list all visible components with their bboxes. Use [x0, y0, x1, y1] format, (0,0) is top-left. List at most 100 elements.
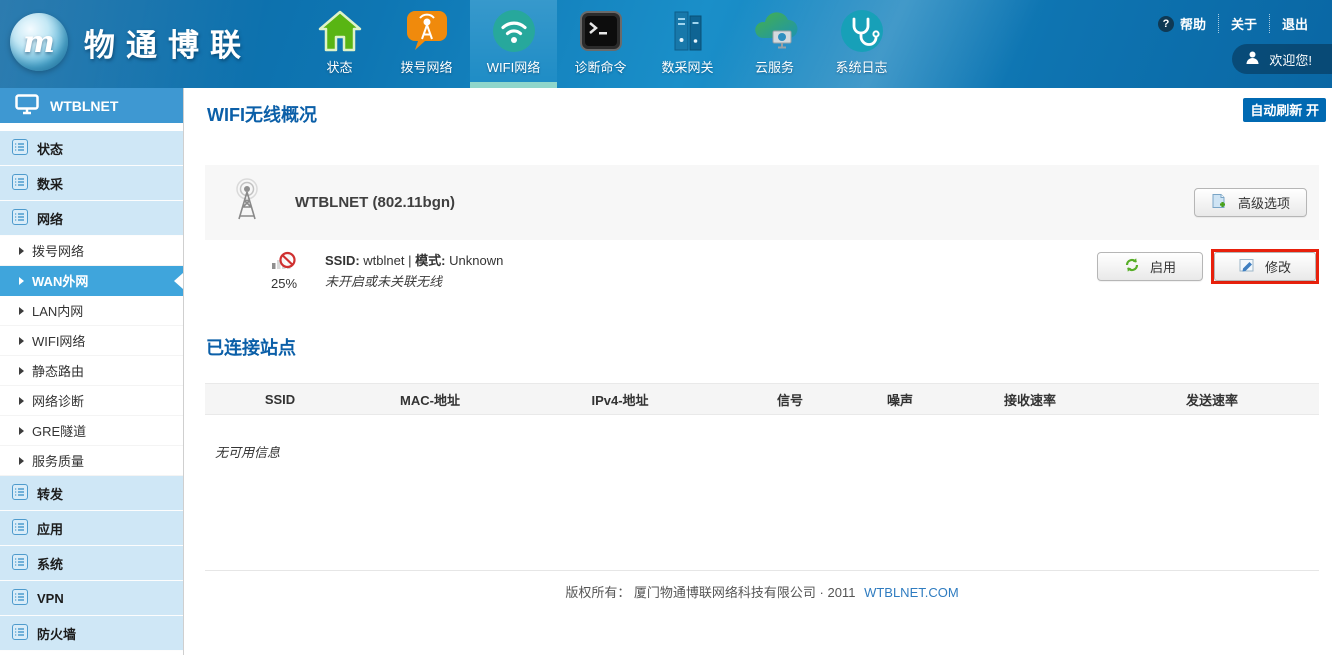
wtblnet-link[interactable]: WTBLNET.COM	[864, 585, 959, 600]
sidebar: WTBLNET 状态 数采 网络 拨号网络 WAN外网 LAN内网 WIFI	[0, 88, 184, 655]
page-title: WIFI无线概况	[207, 101, 317, 127]
radio-status-row: 25% SSID: wtblnet | 模式: Unknown 未开启或未关联无…	[205, 248, 1319, 293]
auto-refresh-toggle[interactable]: 自动刷新 开	[1243, 98, 1326, 122]
help-link[interactable]: ? 帮助	[1146, 14, 1218, 33]
radio-info: SSID: wtblnet | 模式: Unknown 未开启或未关联无线	[325, 248, 503, 293]
ssid-value: wtblnet	[363, 253, 404, 268]
logo-monogram: m	[10, 13, 68, 71]
list-icon	[12, 589, 28, 608]
list-icon	[12, 174, 28, 193]
sidebar-item-data-collect[interactable]: 数采	[0, 166, 183, 201]
logout-label: 退出	[1282, 14, 1308, 33]
user-icon	[1245, 50, 1260, 68]
sidebar-item-forwarding[interactable]: 转发	[0, 476, 183, 511]
chevron-right-icon	[19, 247, 24, 255]
column-header-noise: 噪声	[845, 390, 955, 409]
antenna-icon	[229, 178, 265, 227]
highlight-box: 修改	[1211, 249, 1319, 284]
column-header-tx-rate: 发送速率	[1105, 390, 1319, 409]
sidebar-item-vpn[interactable]: VPN	[0, 581, 183, 616]
mode-label: 模式:	[415, 253, 445, 268]
sidebar-item-lan[interactable]: LAN内网	[0, 296, 183, 326]
server-gateway-icon	[666, 7, 710, 55]
separator: |	[408, 253, 411, 268]
column-header-ipv4: IPv4-地址	[505, 390, 735, 409]
chevron-right-icon	[19, 307, 24, 315]
tab-diagnostic-command[interactable]: 诊断命令	[557, 0, 644, 88]
advanced-options-button[interactable]: 高级选项	[1194, 188, 1307, 217]
nav-label: 诊断命令	[574, 57, 626, 76]
copyright-text: 版权所有： 厦门物通博联网络科技有限公司 · 2011	[565, 585, 855, 600]
radio-title: WTBLNET (802.11bgn)	[295, 194, 455, 211]
monitor-icon	[15, 94, 39, 118]
chevron-right-icon	[19, 427, 24, 435]
list-icon	[12, 139, 28, 158]
ssid-line: SSID: wtblnet | 模式: Unknown	[325, 251, 503, 272]
chevron-right-icon	[19, 397, 24, 405]
sidebar-device-header: WTBLNET	[0, 88, 183, 123]
router-admin-page: m 物通博联 状态 拨号网络 WIFI网络	[0, 0, 1332, 655]
list-icon	[12, 624, 28, 643]
wifi-icon	[492, 7, 536, 55]
column-header-rx-rate: 接收速率	[955, 390, 1105, 409]
chevron-right-icon	[19, 337, 24, 345]
wifi-overview-panel: WTBLNET (802.11bgn) 高级选项	[205, 165, 1319, 240]
column-header-mac: MAC-地址	[355, 390, 505, 409]
chevron-right-icon	[19, 277, 24, 285]
sidebar-item-wifi-network[interactable]: WIFI网络	[0, 326, 183, 356]
tab-status[interactable]: 状态	[296, 0, 383, 88]
stethoscope-icon	[840, 7, 884, 55]
sidebar-item-network[interactable]: 网络	[0, 201, 183, 236]
sidebar-item-gre-tunnel[interactable]: GRE隧道	[0, 416, 183, 446]
tab-data-gateway[interactable]: 数采网关	[644, 0, 731, 88]
sidebar-item-wan[interactable]: WAN外网	[0, 266, 183, 296]
about-link[interactable]: 关于	[1218, 14, 1269, 33]
brand-name: 物通博联	[84, 20, 252, 65]
radio-status-text: 未开启或未关联无线	[325, 272, 503, 293]
signal-disabled-icon	[271, 260, 297, 275]
sidebar-item-firewall[interactable]: 防火墙	[0, 616, 183, 651]
advanced-options-label: 高级选项	[1238, 193, 1290, 212]
terminal-icon	[580, 7, 622, 55]
chevron-right-icon	[19, 367, 24, 375]
about-label: 关于	[1231, 14, 1257, 33]
sidebar-item-applications[interactable]: 应用	[0, 511, 183, 546]
sidebar-item-qos[interactable]: 服务质量	[0, 446, 183, 476]
help-label: 帮助	[1180, 14, 1206, 33]
sidebar-item-static-route[interactable]: 静态路由	[0, 356, 183, 386]
modify-button[interactable]: 修改	[1214, 252, 1316, 281]
nav-label: 状态	[326, 57, 352, 76]
main-nav: 状态 拨号网络 WIFI网络 诊断命令	[296, 0, 905, 88]
nav-label: 拨号网络	[400, 57, 452, 76]
edit-icon	[1239, 257, 1255, 276]
top-header: m 物通博联 状态 拨号网络 WIFI网络	[0, 0, 1332, 88]
device-name: WTBLNET	[50, 98, 118, 114]
column-header-ssid: SSID	[205, 392, 355, 407]
tab-dial-network[interactable]: 拨号网络	[383, 0, 470, 88]
welcome-pill[interactable]: 欢迎您!	[1232, 44, 1332, 74]
enable-button[interactable]: 启用	[1097, 252, 1203, 281]
tab-system-log[interactable]: 系统日志	[818, 0, 905, 88]
stations-section-title: 已连接站点	[206, 334, 296, 360]
chevron-right-icon	[19, 457, 24, 465]
sidebar-item-network-diagnostics[interactable]: 网络诊断	[0, 386, 183, 416]
refresh-icon	[1124, 257, 1140, 276]
main-content: WIFI无线概况 自动刷新 开 WTBLNET (802.11bgn) 高级选项…	[185, 88, 1332, 655]
nav-label: 数采网关	[661, 57, 713, 76]
nav-label: 云服务	[755, 57, 794, 76]
dial-network-icon	[405, 7, 449, 55]
help-icon: ?	[1158, 16, 1174, 32]
tab-cloud-service[interactable]: 云服务	[731, 0, 818, 88]
brand-logo: m 物通博联	[10, 13, 252, 71]
nav-label: 系统日志	[835, 57, 887, 76]
enable-label: 启用	[1150, 257, 1176, 276]
column-header-signal: 信号	[735, 390, 845, 409]
sidebar-item-status[interactable]: 状态	[0, 131, 183, 166]
signal-percentage: 25%	[261, 276, 307, 291]
sidebar-item-system[interactable]: 系统	[0, 546, 183, 581]
logout-link[interactable]: 退出	[1269, 14, 1320, 33]
ssid-label: SSID:	[325, 253, 360, 268]
tab-wifi-network[interactable]: WIFI网络	[470, 0, 557, 88]
mode-value: Unknown	[449, 253, 503, 268]
sidebar-item-dial-network[interactable]: 拨号网络	[0, 236, 183, 266]
